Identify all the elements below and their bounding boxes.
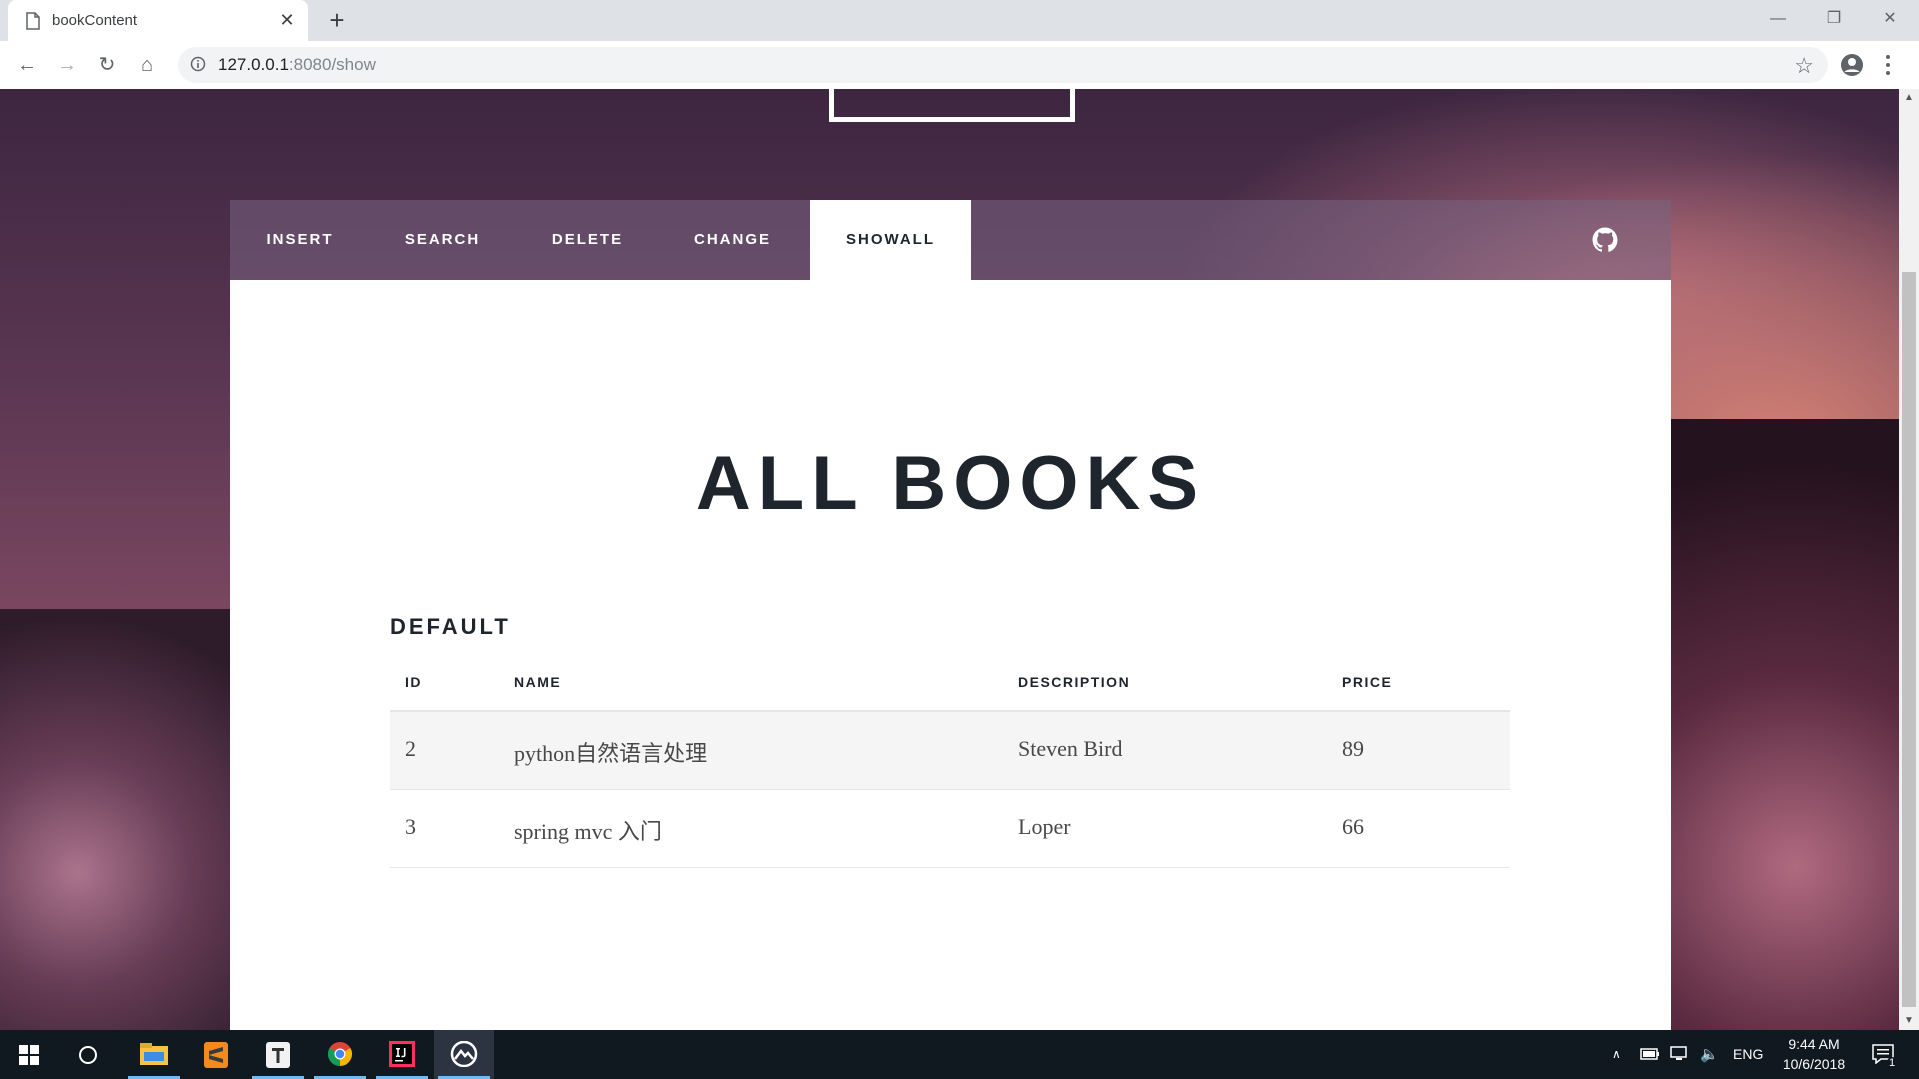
page-scrollbar[interactable]: ▲ ▼ — [1899, 89, 1919, 1030]
clock-date: 10/6/2018 — [1782, 1056, 1846, 1072]
new-tab-button[interactable]: + — [322, 6, 352, 36]
restore-button[interactable]: ❐ — [1806, 0, 1862, 41]
cell-price: 66 — [1342, 814, 1364, 839]
books-table: ID NAME DESCRIPTION PRICE 2 python自然语言处理… — [390, 660, 1510, 868]
reload-icon[interactable]: ↻ — [92, 50, 122, 80]
forward-arrow-icon[interactable]: → — [52, 50, 82, 80]
site-nav: INSERT SEARCH DELETE CHANGE SHOWALL — [230, 200, 1671, 280]
document-icon — [26, 11, 40, 30]
app-icon[interactable] — [434, 1030, 494, 1079]
close-tab-icon[interactable]: ✕ — [274, 10, 300, 31]
section-title: DEFAULT — [390, 614, 511, 639]
github-icon[interactable] — [1592, 227, 1618, 253]
cell-name: spring mvc 入门 — [514, 819, 662, 844]
table-row: 3 spring mvc 入门 Loper 66 — [390, 790, 1510, 868]
network-icon[interactable] — [1670, 1046, 1690, 1062]
volume-icon[interactable]: 🔈 — [1700, 1030, 1719, 1079]
cell-id: 3 — [405, 814, 416, 839]
scroll-up-arrow-icon[interactable]: ▲ — [1899, 89, 1919, 107]
background-hill-left — [0, 609, 260, 1030]
notification-count: 1 — [1887, 1057, 1898, 1069]
close-window-button[interactable]: ✕ — [1862, 0, 1918, 41]
address-bar[interactable]: 127.0.0.1:8080/show ☆ — [178, 47, 1828, 83]
language-indicator[interactable]: ENG — [1733, 1030, 1763, 1079]
header-description: DESCRIPTION — [1018, 674, 1131, 690]
nav-insert[interactable]: INSERT — [230, 200, 370, 280]
windows-start-icon[interactable] — [19, 1045, 39, 1065]
menu-dots-icon[interactable] — [1884, 54, 1892, 76]
cell-name: python自然语言处理 — [514, 741, 708, 766]
background-hill-right — [1639, 419, 1899, 1030]
bookmark-star-icon[interactable]: ☆ — [1794, 53, 1814, 79]
info-icon[interactable] — [190, 56, 206, 72]
battery-icon[interactable] — [1640, 1047, 1660, 1061]
content-panel: ALL BOOKS DEFAULT ID NAME DESCRIPTION PR… — [230, 280, 1671, 1030]
clock-time: 9:44 AM — [1788, 1036, 1840, 1052]
url-path: :8080/show — [288, 55, 376, 74]
show-hidden-icons-icon[interactable]: ∧ — [1612, 1030, 1621, 1079]
header-id: ID — [405, 674, 422, 690]
page-viewport: INSERT SEARCH DELETE CHANGE SHOWALL ALL … — [0, 89, 1899, 1030]
tab-strip: bookContent ✕ + — ❐ ✕ — [0, 0, 1919, 41]
intellij-idea-icon[interactable] — [372, 1030, 432, 1079]
profile-icon[interactable] — [1840, 53, 1864, 77]
logo-frame — [829, 89, 1075, 122]
typora-icon[interactable] — [248, 1030, 308, 1079]
table-header: ID NAME DESCRIPTION PRICE — [390, 660, 1510, 712]
cell-description: Steven Bird — [1018, 736, 1123, 761]
sublime-text-icon[interactable] — [186, 1030, 246, 1079]
scroll-thumb[interactable] — [1902, 272, 1916, 1007]
cortana-search-icon[interactable] — [78, 1045, 98, 1065]
taskbar: ∧ 🔈 ENG 9:44 AM 10/6/2018 1 — [0, 1030, 1919, 1079]
chrome-icon[interactable] — [310, 1030, 370, 1079]
home-icon[interactable]: ⌂ — [132, 50, 162, 80]
cell-id: 2 — [405, 736, 416, 761]
browser-toolbar: ← → ↻ ⌂ 127.0.0.1:8080/show ☆ — [0, 41, 1919, 90]
tab-title: bookContent — [52, 12, 138, 29]
nav-showall[interactable]: SHOWALL — [810, 200, 971, 280]
page-title: ALL BOOKS — [695, 441, 1206, 526]
back-arrow-icon[interactable]: ← — [12, 50, 42, 80]
url-host: 127.0.0.1 — [218, 55, 289, 74]
nav-change[interactable]: CHANGE — [660, 200, 805, 280]
scroll-down-arrow-icon[interactable]: ▼ — [1899, 1012, 1919, 1030]
header-name: NAME — [514, 674, 562, 690]
header-price: PRICE — [1342, 674, 1393, 690]
minimize-button[interactable]: — — [1750, 0, 1806, 41]
table-row: 2 python自然语言处理 Steven Bird 89 — [390, 712, 1510, 790]
nav-search[interactable]: SEARCH — [370, 200, 515, 280]
system-clock[interactable]: 9:44 AM 10/6/2018 — [1768, 1034, 1860, 1074]
browser-tab[interactable]: bookContent ✕ — [8, 0, 308, 41]
cell-price: 89 — [1342, 736, 1364, 761]
file-explorer-icon[interactable] — [124, 1030, 184, 1079]
cell-description: Loper — [1018, 814, 1071, 839]
nav-delete[interactable]: DELETE — [515, 200, 660, 280]
url-text[interactable]: 127.0.0.1:8080/show — [218, 55, 376, 75]
